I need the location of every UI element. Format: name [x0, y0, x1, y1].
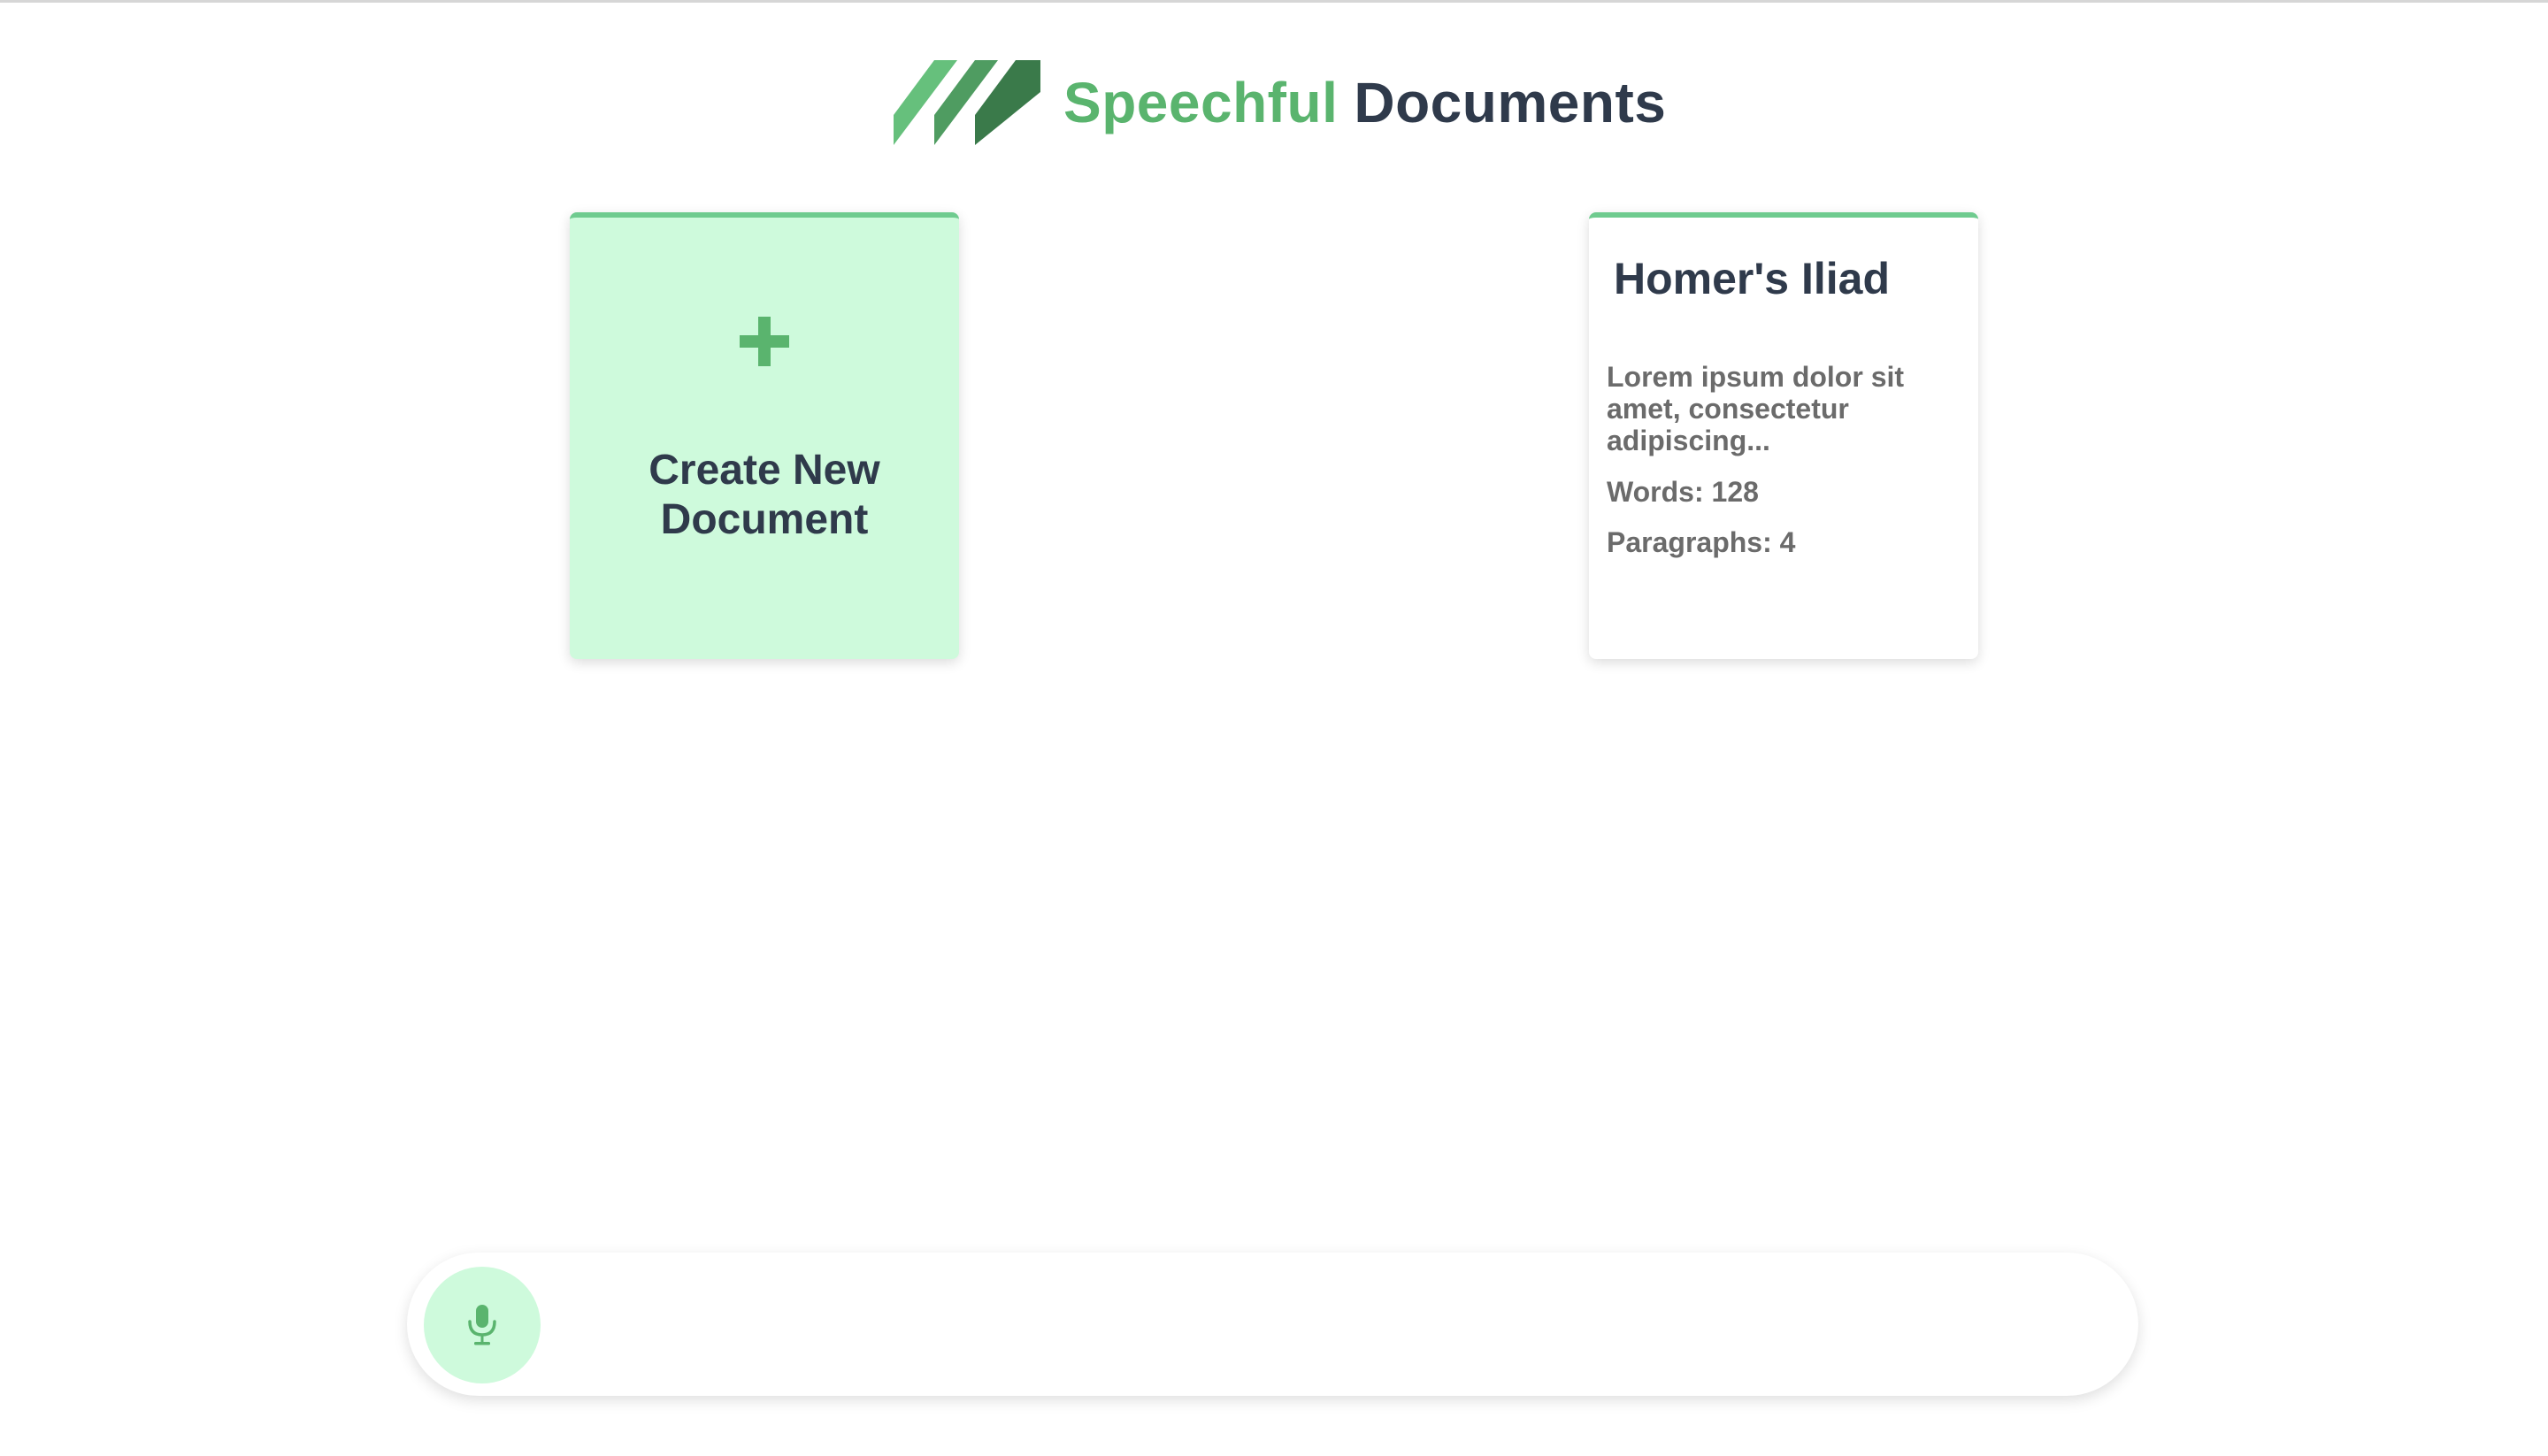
microphone-icon — [468, 1305, 496, 1345]
top-divider — [0, 0, 2548, 3]
document-paragraph-count: Paragraphs: 4 — [1607, 526, 1796, 558]
voice-input-bar[interactable] — [407, 1253, 2138, 1396]
microphone-button[interactable] — [424, 1267, 541, 1383]
create-new-document-label: Create New Document — [649, 447, 880, 543]
plus-icon — [570, 306, 959, 377]
app-header: Speechful Documents — [894, 58, 1666, 147]
document-title: Homer's Iliad — [1614, 254, 1890, 303]
document-excerpt: Lorem ipsum dolor sit amet, consectetur … — [1607, 361, 1905, 456]
brand-primary: Speechful — [1063, 71, 1339, 134]
app-title: Speechful Documents — [1063, 70, 1666, 135]
document-word-count: Words: 128 — [1607, 476, 1759, 508]
create-new-document-card[interactable]: Create New Document — [570, 212, 959, 659]
brand-secondary: Documents — [1354, 71, 1667, 134]
document-card[interactable]: Homer's Iliad Lorem ipsum dolor sit amet… — [1589, 212, 1978, 659]
logo-icon — [894, 60, 1040, 145]
